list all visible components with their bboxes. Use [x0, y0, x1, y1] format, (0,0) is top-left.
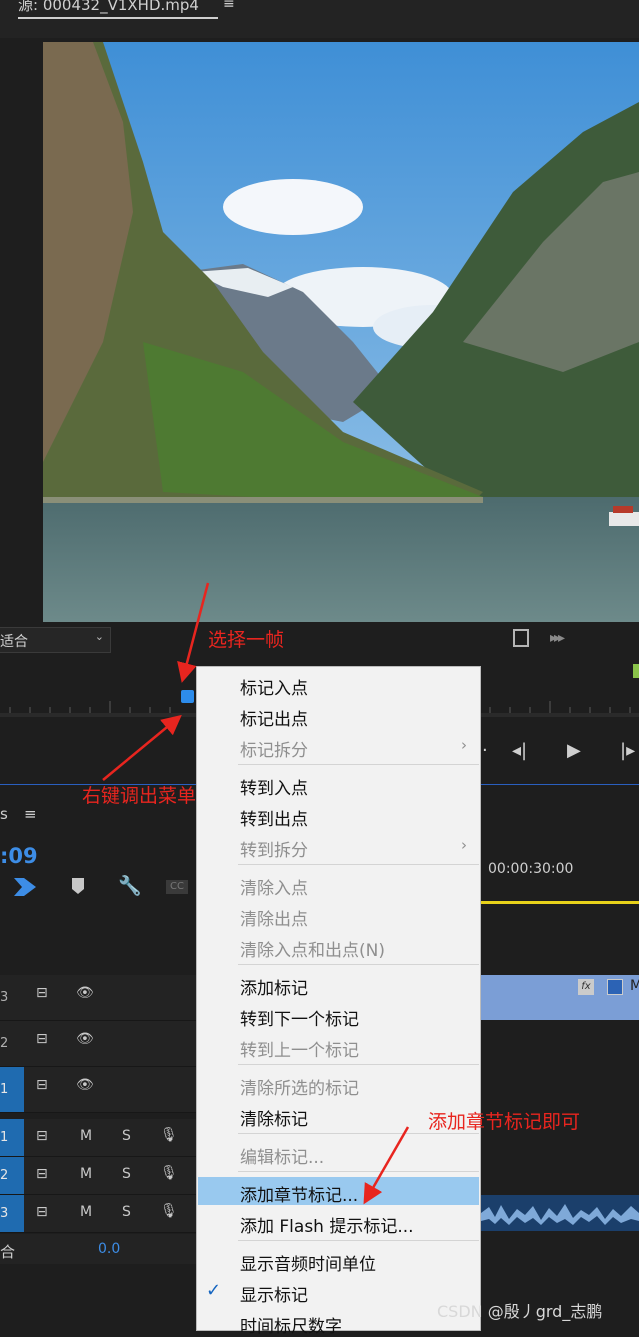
annotation-add-chapter: 添加章节标记即可 [428, 1111, 581, 1133]
annotation-select-frame: 选择一帧 [208, 629, 285, 651]
watermark: CSDN @殷丿grd_志鹏 [437, 1302, 603, 1321]
annotation-right-click: 右键调出菜单 [82, 785, 197, 807]
